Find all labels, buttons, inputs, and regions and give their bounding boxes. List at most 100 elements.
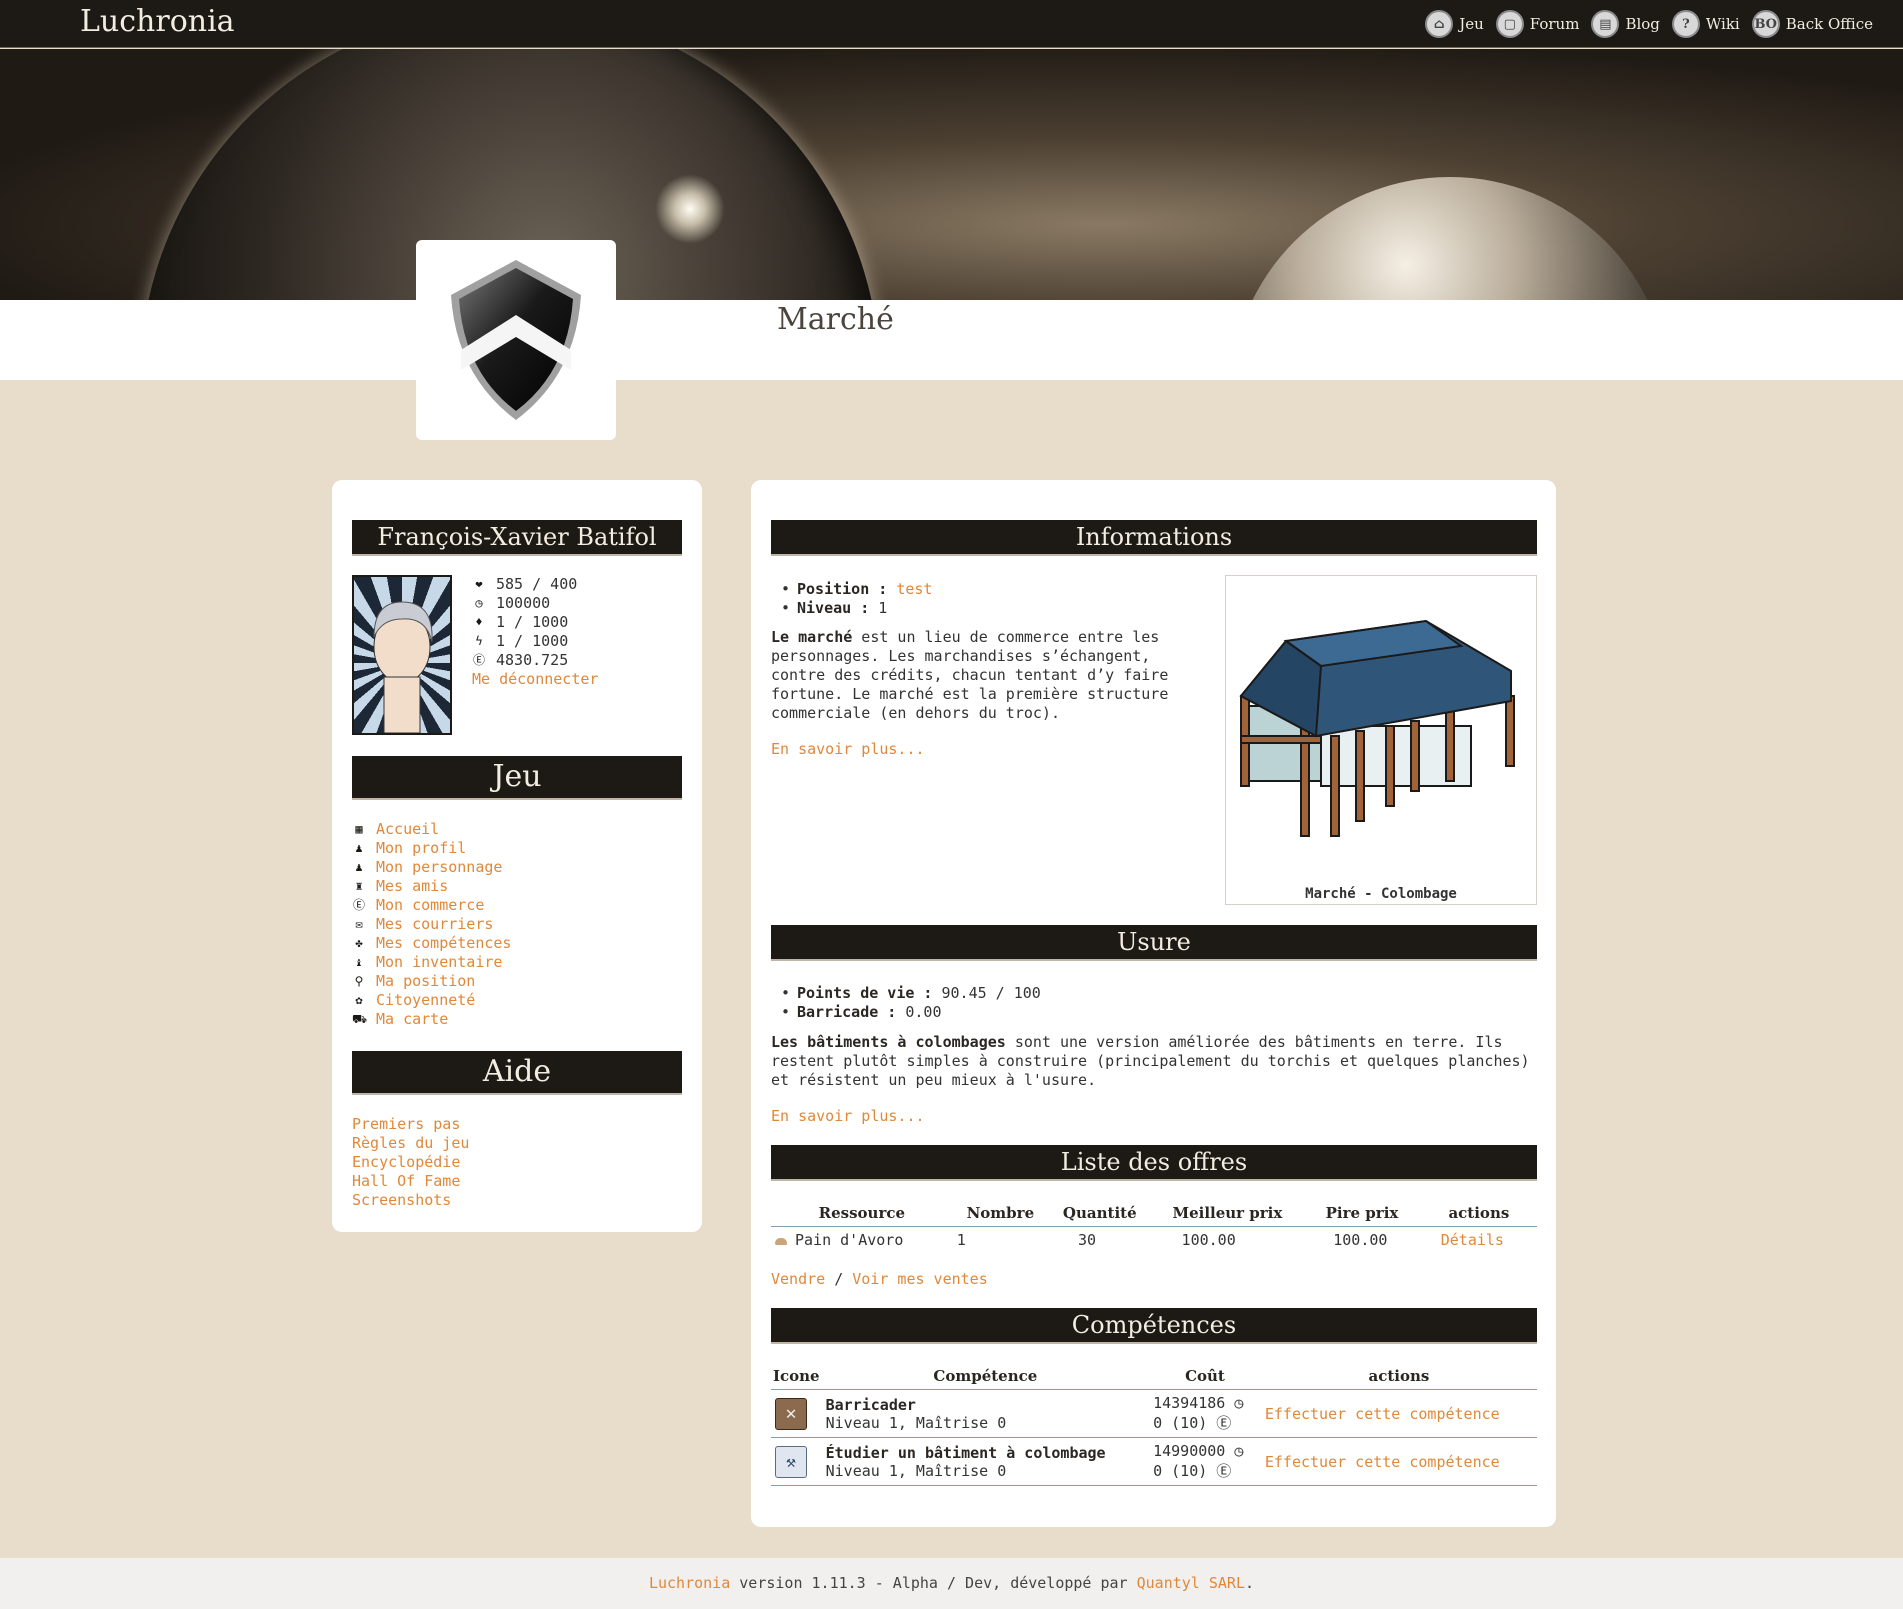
stat-hydration: ♦ 1 / 1000 [472,613,598,632]
top-bar: Luchronia ⌂ Jeu ▢ Forum ▤ Blog ? Wiki BO Back… [0,0,1903,48]
clock-icon: ◷ [475,596,483,610]
nav-wiki[interactable]: ? Wiki [1671,10,1740,38]
lightning-icon: ϟ [475,634,483,648]
blog-icon: ▤ [1591,10,1620,38]
informations-heading: Informations [771,520,1537,554]
building-image: Marché - Colombage [1225,575,1537,905]
table-row: ⚒ Étudier un bâtiment à colombage Niveau … [771,1437,1537,1486]
col-actions: actions [1260,1363,1537,1390]
col-meilleur-prix: Meilleur prix [1151,1200,1304,1227]
character-icon: ♟ [355,860,363,874]
friends-icon: ♜ [355,879,363,893]
home-icon: ▦ [355,822,363,836]
credits-icon: Ⓔ [1216,1414,1232,1432]
building-image-caption: Marché - Colombage [1305,886,1457,902]
info-position: Position : test [771,580,932,599]
character-name: François-Xavier Batifol [352,520,682,554]
aide-link-hall-of-fame[interactable]: Hall Of Fame [352,1172,460,1190]
effectuer-competence-button[interactable]: Effectuer cette compétence [1265,1405,1500,1423]
study-building-icon: ⚒ [775,1445,807,1478]
nav-forum[interactable]: ▢ Forum [1495,10,1579,38]
forum-icon: ▢ [1495,10,1524,38]
informations-more-link[interactable]: En savoir plus... [771,740,925,758]
page-title: Marché [777,302,894,337]
col-nombre: Nombre [952,1200,1049,1227]
mes-ventes-link[interactable]: Voir mes ventes [852,1270,987,1288]
menu-item-mon-inventaire[interactable]: ♝ Mon inventaire [352,953,511,972]
jeu-menu: ▦ Accueil ♟ Mon profil ♟ Mon personnage ♜ Me… [352,820,511,1029]
col-actions: actions [1420,1200,1537,1227]
footer: Luchronia version 1.11.3 - Alpha / Dev, … [0,1558,1903,1609]
left-sidebar: François-Xavier Batifol ❤ 585 / 400 ◷ 1000… [332,480,702,1232]
aide-link-premiers-pas[interactable]: Premiers pas [352,1115,460,1133]
menu-item-mon-commerce[interactable]: Ⓔ Mon commerce [352,896,511,915]
heart-icon: ❤ [475,577,483,591]
main-content: Informations Position : test Niveau : 1 … [751,480,1556,1527]
inventory-icon: ♝ [355,955,363,969]
offres-heading: Liste des offres [771,1145,1537,1179]
usure-list: Points de vie : 90.45 / 100 Barricade : … [771,984,1041,1022]
market-building-image [1239,619,1515,837]
menu-item-accueil[interactable]: ▦ Accueil [352,820,511,839]
jeu-heading: Jeu [352,756,682,798]
offres-table: Ressource Nombre Quantité Meilleur prix … [771,1200,1537,1253]
footer-brand-link[interactable]: Luchronia [649,1574,730,1592]
stat-health: ❤ 585 / 400 [472,575,598,594]
aide-link-encyclopedie[interactable]: Encyclopédie [352,1153,460,1171]
title-strip [0,300,1903,380]
character-stats: ❤ 585 / 400 ◷ 100000 ♦ 1 / 1000 ϟ1 / 1000 Ⓔ… [472,575,598,689]
brand-logo[interactable]: Luchronia [80,4,235,39]
home-icon: ⌂ [1425,10,1454,38]
bread-icon [775,1238,787,1245]
sun-flare [655,174,725,244]
menu-item-mon-profil[interactable]: ♟ Mon profil [352,839,511,858]
effectuer-competence-button[interactable]: Effectuer cette compétence [1265,1453,1500,1471]
usure-barricade: Barricade : 0.00 [771,1003,1041,1022]
citizenship-icon: ✿ [355,993,363,1007]
stat-energy: ϟ1 / 1000 [472,632,598,651]
usure-more-link[interactable]: En savoir plus... [771,1107,925,1125]
menu-item-ma-carte[interactable]: ⛟ Ma carte [352,1010,511,1029]
offres-links: Vendre / Voir mes ventes [771,1270,988,1288]
mail-icon: ✉ [355,917,363,931]
map-icon: ⛟ [352,1012,368,1026]
col-competence: Compétence [821,1363,1150,1390]
footer-company-link[interactable]: Quantyl SARL [1137,1574,1245,1592]
nav-back-office[interactable]: BO Back Office [1751,10,1873,38]
credits-icon: Ⓔ [1216,1462,1232,1480]
back-office-icon: BO [1751,10,1780,38]
informations-list: Position : test Niveau : 1 [771,580,932,618]
menu-item-mes-amis[interactable]: ♜ Mes amis [352,877,511,896]
clock-icon: ◷ [1234,1394,1244,1412]
menu-item-mon-personnage[interactable]: ♟ Mon personnage [352,858,511,877]
city-crest [416,240,616,440]
commerce-icon: Ⓔ [352,898,365,912]
profile-icon: ♟ [355,841,363,855]
menu-item-mes-courriers[interactable]: ✉ Mes courriers [352,915,511,934]
vendre-link[interactable]: Vendre [771,1270,825,1288]
aide-link-regles[interactable]: Règles du jeu [352,1134,469,1152]
aide-link-screenshots[interactable]: Screenshots [352,1191,451,1209]
wiki-icon: ? [1671,10,1700,38]
nav-blog[interactable]: ▤ Blog [1591,10,1660,38]
location-icon: ⚲ [354,974,364,988]
clock-icon: ◷ [1234,1442,1244,1460]
col-icone: Icone [771,1363,822,1390]
nav-jeu[interactable]: ⌂ Jeu [1425,10,1484,38]
skills-icon: ✤ [355,936,363,950]
competences-heading: Compétences [771,1308,1537,1342]
planet-right [1230,177,1670,300]
competences-table: Icone Compétence Coût actions ✕ Barricad… [771,1363,1537,1486]
position-link[interactable]: test [896,580,932,598]
menu-item-citoyennete[interactable]: ✿ Citoyenneté [352,991,511,1010]
usure-heading: Usure [771,925,1537,959]
col-pire-prix: Pire prix [1303,1200,1421,1227]
character-portrait [352,575,452,735]
logout-link[interactable]: Me déconnecter [472,670,598,688]
details-link[interactable]: Détails [1441,1231,1504,1249]
top-nav: ⌂ Jeu ▢ Forum ▤ Blog ? Wiki BO Back Office [1425,10,1873,38]
table-row: Pain d'Avoro 1 30 100.00 100.00 Détails [771,1227,1537,1254]
menu-item-mes-competences[interactable]: ✤ Mes compétences [352,934,511,953]
stat-time: ◷ 100000 [472,594,598,613]
menu-item-ma-position[interactable]: ⚲ Ma position [352,972,511,991]
